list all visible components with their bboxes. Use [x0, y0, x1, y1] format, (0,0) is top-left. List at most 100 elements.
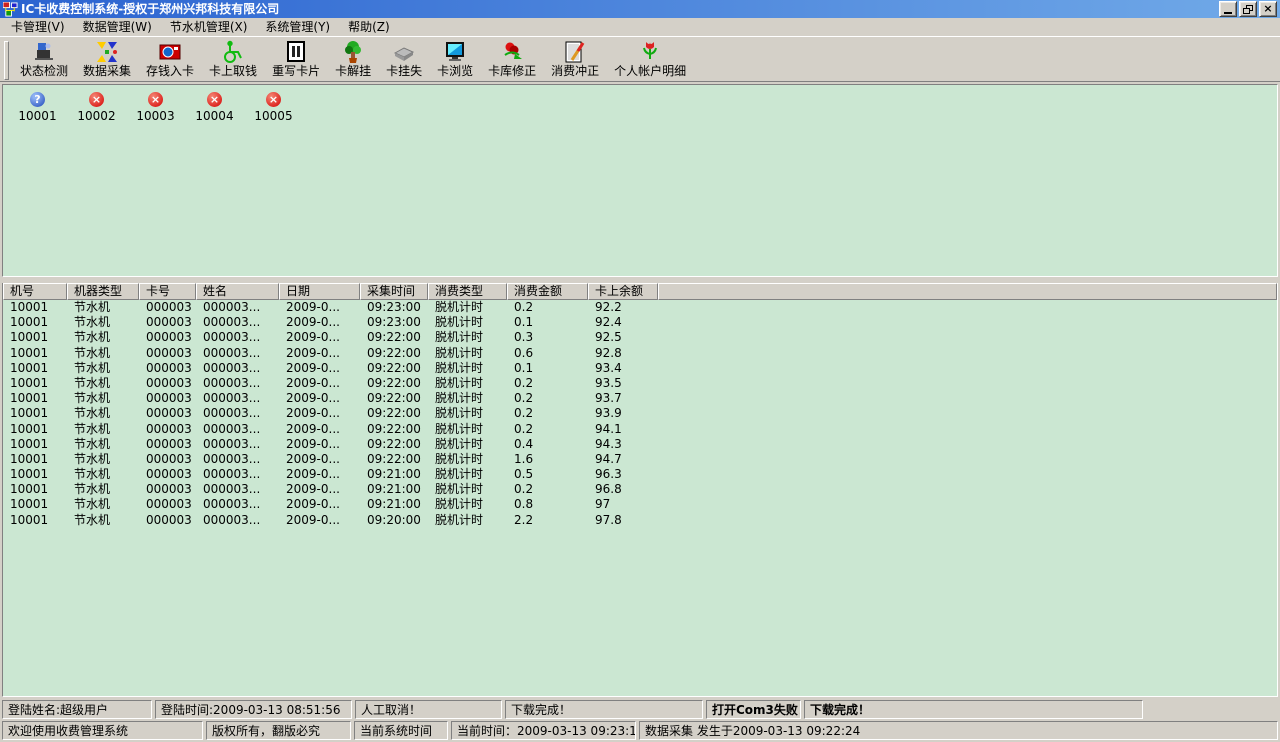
device-10001[interactable]: ?10001 [8, 92, 67, 123]
toolbar-button-data-collect[interactable]: 数据采集 [76, 39, 138, 79]
table-cell: 10001 [3, 315, 67, 330]
table-row[interactable]: 10001节水机000003000003...2009-0...09:22:00… [3, 406, 1277, 421]
table-cell: 节水机 [67, 467, 139, 482]
column-header[interactable]: 消费类型 [428, 283, 507, 300]
toolbar-button-card-report-loss[interactable]: 卡挂失 [379, 39, 429, 79]
table-cell: 脱机计时 [428, 452, 507, 467]
table-cell: 000003 [139, 391, 196, 406]
table-cell: 000003 [139, 467, 196, 482]
table-cell: 10001 [3, 361, 67, 376]
table-cell: 93.5 [588, 376, 658, 391]
table-cell: 000003... [196, 513, 279, 528]
column-header[interactable]: 卡上余额 [588, 283, 658, 300]
column-header[interactable]: 日期 [279, 283, 360, 300]
toolbar-button-withdraw-from-card[interactable]: 卡上取钱 [202, 39, 264, 79]
table-cell: 000003 [139, 361, 196, 376]
table-cell: 000003 [139, 406, 196, 421]
table-cell: 节水机 [67, 315, 139, 330]
table-cell: 2009-0... [279, 406, 360, 421]
table-cell: 节水机 [67, 300, 139, 315]
table-cell: 2009-0... [279, 361, 360, 376]
table-cell: 000003... [196, 361, 279, 376]
table-cell: 节水机 [67, 452, 139, 467]
menu-item[interactable]: 节水机管理(X) [161, 18, 257, 36]
personal-account-detail-icon [638, 40, 662, 64]
table-row[interactable]: 10001节水机000003000003...2009-0...09:22:00… [3, 376, 1277, 391]
table-row[interactable]: 10001节水机000003000003...2009-0...09:21:00… [3, 497, 1277, 512]
toolbar-button-rewrite-card[interactable]: 重写卡片 [265, 39, 327, 79]
table-row[interactable]: 10001节水机000003000003...2009-0...09:22:00… [3, 330, 1277, 345]
menu-item[interactable]: 系统管理(Y) [256, 18, 339, 36]
toolbar-button-card-db-fix[interactable]: 卡库修正 [481, 39, 543, 79]
table-row[interactable]: 10001节水机000003000003...2009-0...09:23:00… [3, 315, 1277, 330]
table-cell: 10001 [3, 300, 67, 315]
table-cell: 000003... [196, 422, 279, 437]
table-cell: 节水机 [67, 482, 139, 497]
toolbar-button-label: 卡上取钱 [209, 64, 257, 78]
table-row[interactable]: 10001节水机000003000003...2009-0...09:22:00… [3, 391, 1277, 406]
table-cell: 10001 [3, 406, 67, 421]
table-cell: 2009-0... [279, 452, 360, 467]
table-cell: 92.8 [588, 346, 658, 361]
table-cell: 节水机 [67, 346, 139, 361]
column-header[interactable]: 消费金额 [507, 283, 588, 300]
toolbar-button-label: 数据采集 [83, 64, 131, 78]
table-body: 10001节水机000003000003...2009-0...09:23:00… [3, 300, 1277, 528]
table-row[interactable]: 10001节水机000003000003...2009-0...09:21:00… [3, 482, 1277, 497]
toolbar-button-label: 卡解挂 [335, 64, 371, 78]
table-cell: 92.4 [588, 315, 658, 330]
menu-item[interactable]: 帮助(Z) [339, 18, 399, 36]
minimize-button[interactable] [1219, 1, 1237, 17]
window-title: IC卡收费控制系统-授权于郑州兴邦科技有限公司 [21, 0, 279, 18]
toolbar-button-consume-reversal[interactable]: 消费冲正 [544, 39, 606, 79]
menu-item[interactable]: 数据管理(W) [74, 18, 161, 36]
toolbar-button-card-browse[interactable]: 卡浏览 [430, 39, 480, 79]
table-header-row: 机号机器类型卡号姓名日期采集时间消费类型消费金额卡上余额 [3, 283, 1277, 300]
column-header[interactable]: 机号 [3, 283, 67, 300]
restore-button[interactable] [1239, 1, 1257, 17]
table-cell: 0.2 [507, 300, 588, 315]
table-row[interactable]: 10001节水机000003000003...2009-0...09:22:00… [3, 437, 1277, 452]
column-header[interactable]: 采集时间 [360, 283, 428, 300]
device-10002[interactable]: ×10002 [67, 92, 126, 123]
table-row[interactable]: 10001节水机000003000003...2009-0...09:22:00… [3, 452, 1277, 467]
minimize-icon [1224, 12, 1232, 14]
status-panel: 登陆时间:2009-03-13 08:51:56 [155, 700, 352, 719]
table-cell: 2009-0... [279, 422, 360, 437]
table-cell: 94.7 [588, 452, 658, 467]
table-cell: 92.2 [588, 300, 658, 315]
withdraw-from-card-icon [221, 40, 245, 64]
table-row[interactable]: 10001节水机000003000003...2009-0...09:22:00… [3, 422, 1277, 437]
status-panel: 下载完成！ [505, 700, 703, 719]
column-header[interactable]: 卡号 [139, 283, 196, 300]
close-button[interactable]: × [1259, 1, 1277, 17]
device-label: 10001 [18, 110, 56, 123]
status-panel: 人工取消！ [355, 700, 502, 719]
column-header[interactable]: 姓名 [196, 283, 279, 300]
table-row[interactable]: 10001节水机000003000003...2009-0...09:20:00… [3, 513, 1277, 528]
table-cell: 10001 [3, 513, 67, 528]
menu-item[interactable]: 卡管理(V) [2, 18, 74, 36]
device-10003[interactable]: ×10003 [126, 92, 185, 123]
table-row[interactable]: 10001节水机000003000003...2009-0...09:23:00… [3, 300, 1277, 315]
table-row[interactable]: 10001节水机000003000003...2009-0...09:21:00… [3, 467, 1277, 482]
toolbar-button-deposit-to-card[interactable]: 存钱入卡 [139, 39, 201, 79]
status-panel: 数据采集 发生于2009-03-13 09:22:24 [639, 721, 1278, 740]
toolbar-button-label: 卡挂失 [386, 64, 422, 78]
toolbar-button-card-unsuspend[interactable]: 卡解挂 [328, 39, 378, 79]
table-cell: 脱机计时 [428, 361, 507, 376]
table-cell: 2009-0... [279, 467, 360, 482]
toolbar-button-status-check[interactable]: 状态检测 [13, 39, 75, 79]
table-cell: 节水机 [67, 513, 139, 528]
table-cell: 节水机 [67, 422, 139, 437]
table-cell: 09:22:00 [360, 452, 428, 467]
table-row[interactable]: 10001节水机000003000003...2009-0...09:22:00… [3, 346, 1277, 361]
toolbar-button-personal-account-detail[interactable]: 个人帐户明细 [607, 39, 693, 79]
status-panel: 打开Com3失败！ [706, 700, 801, 719]
device-10004[interactable]: ×10004 [185, 92, 244, 123]
toolbar-gripper[interactable] [4, 41, 9, 80]
table-row[interactable]: 10001节水机000003000003...2009-0...09:22:00… [3, 361, 1277, 376]
device-10005[interactable]: ×10005 [244, 92, 303, 123]
device-label: 10005 [254, 110, 292, 123]
column-header[interactable]: 机器类型 [67, 283, 139, 300]
